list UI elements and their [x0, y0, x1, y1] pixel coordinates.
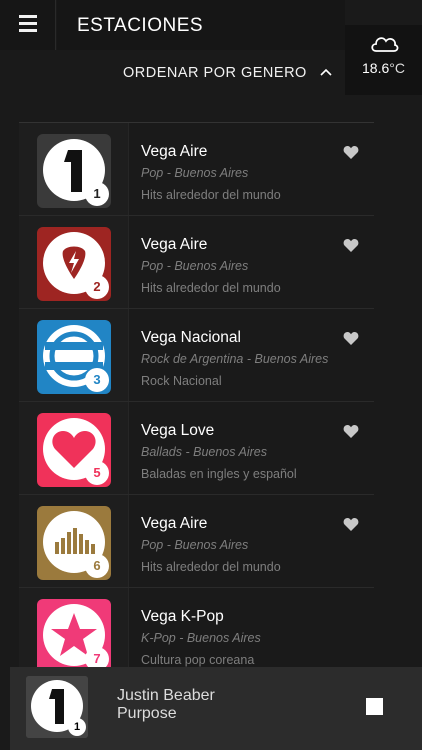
station-row[interactable]: 3 Vega Nacional Rock de Argentina - Buen…: [19, 308, 374, 401]
station-name: Vega Aire: [141, 143, 208, 160]
now-playing-number: 1: [68, 718, 86, 736]
cloud-icon: [371, 37, 399, 52]
station-number: 5: [85, 461, 109, 485]
station-number: 3: [85, 368, 109, 392]
station-genre: Pop - Buenos Aires: [141, 166, 249, 180]
heart-icon[interactable]: [343, 238, 359, 253]
station-logo: 3: [37, 320, 111, 394]
station-row[interactable]: 2 Vega Aire Pop - Buenos Aires Hits alre…: [19, 215, 374, 308]
station-number: 6: [85, 554, 109, 578]
station-genre: Pop - Buenos Aires: [141, 259, 249, 273]
station-description: Hits alrededor del mundo: [141, 281, 281, 295]
heart-icon[interactable]: [343, 424, 359, 439]
now-playing-logo: 1: [26, 676, 88, 738]
station-genre: Rock de Argentina - Buenos Aires: [141, 352, 329, 366]
station-name: Vega Aire: [141, 236, 208, 253]
station-description: Hits alrededor del mundo: [141, 560, 281, 574]
station-row[interactable]: 6 Vega Aire Pop - Buenos Aires Hits alre…: [19, 494, 374, 587]
station-name: Vega K-Pop: [141, 608, 224, 625]
station-list: 1 Vega Aire Pop - Buenos Aires Hits alre…: [19, 122, 374, 680]
station-logo: 5: [37, 413, 111, 487]
top-bar: ESTACIONES: [57, 0, 345, 50]
temperature: 18.6°C: [362, 60, 405, 76]
station-row[interactable]: 5 Vega Love Ballads - Buenos Aires Balad…: [19, 401, 374, 494]
station-row[interactable]: 1 Vega Aire Pop - Buenos Aires Hits alre…: [19, 122, 374, 215]
now-playing-album: Purpose: [117, 705, 177, 722]
weather-widget[interactable]: 18.6°C: [345, 25, 422, 95]
station-genre: K-Pop - Buenos Aires: [141, 631, 261, 645]
sort-by-genre-button[interactable]: ORDENAR POR GENERO: [123, 65, 307, 81]
heart-icon[interactable]: [343, 517, 359, 532]
station-genre: Pop - Buenos Aires: [141, 538, 249, 552]
station-logo: 2: [37, 227, 111, 301]
station-description: Rock Nacional: [141, 374, 222, 388]
station-name: Vega Nacional: [141, 329, 241, 346]
station-logo: 7: [37, 599, 111, 673]
station-number: 2: [85, 275, 109, 299]
page-title: ESTACIONES: [77, 15, 204, 36]
station-number: 1: [85, 182, 109, 206]
station-logo: 1: [37, 134, 111, 208]
heart-icon[interactable]: [343, 145, 359, 160]
chevron-up-icon[interactable]: [318, 66, 334, 78]
now-playing-bar[interactable]: 1 Justin Beaber Purpose: [10, 667, 422, 750]
station-description: Baladas en ingles y español: [141, 467, 297, 481]
station-name: Vega Aire: [141, 515, 208, 532]
now-playing-artist: Justin Beaber: [117, 687, 215, 704]
station-logo: 6: [37, 506, 111, 580]
station-description: Hits alrededor del mundo: [141, 188, 281, 202]
hamburger-menu-icon[interactable]: [0, 0, 56, 50]
heart-icon[interactable]: [343, 331, 359, 346]
station-genre: Ballads - Buenos Aires: [141, 445, 267, 459]
station-name: Vega Love: [141, 422, 215, 439]
station-description: Cultura pop coreana: [141, 653, 255, 667]
stop-icon[interactable]: [366, 698, 383, 715]
